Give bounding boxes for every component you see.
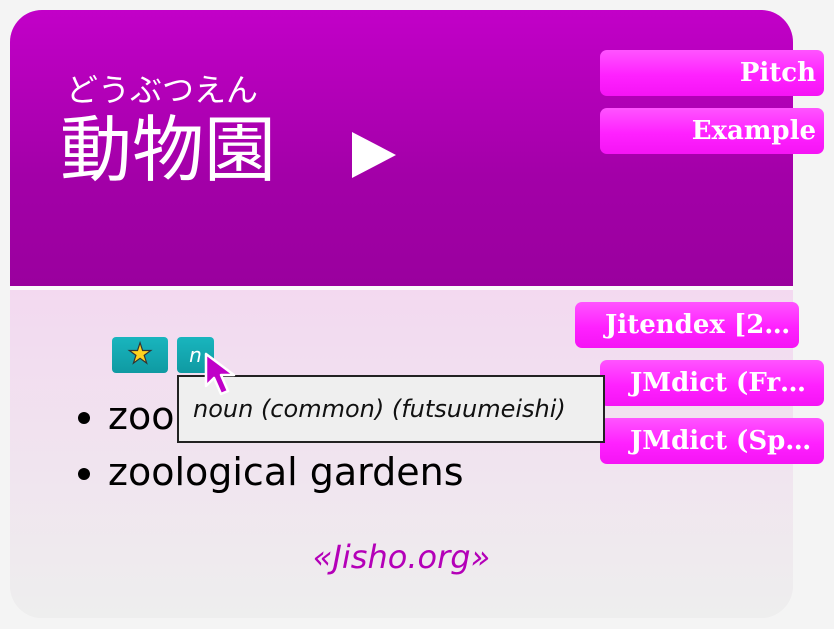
reading-text: どうぶつえん [66, 71, 259, 109]
play-icon[interactable] [352, 132, 396, 178]
mouse-cursor-icon [204, 352, 236, 396]
pos-tooltip: noun (common) (futsuumeishi) [177, 375, 605, 443]
star-icon: ★ [127, 336, 153, 370]
dictionary-button-jmdict-sp[interactable]: JMdict (Sp… [600, 418, 824, 464]
dictionary-button-jmdict-fr[interactable]: JMdict (Fr… [600, 360, 824, 406]
dictionary-button-jitendex[interactable]: Jitendex [2… [575, 302, 799, 348]
pitch-button[interactable]: Pitch [600, 50, 824, 96]
common-tag[interactable]: ★ [112, 336, 168, 373]
term-text: 動物園 [60, 108, 277, 192]
definition-item: zoological gardens [108, 444, 464, 500]
example-button[interactable]: Example [600, 108, 824, 154]
source-link[interactable]: «Jisho.org» [0, 538, 803, 576]
